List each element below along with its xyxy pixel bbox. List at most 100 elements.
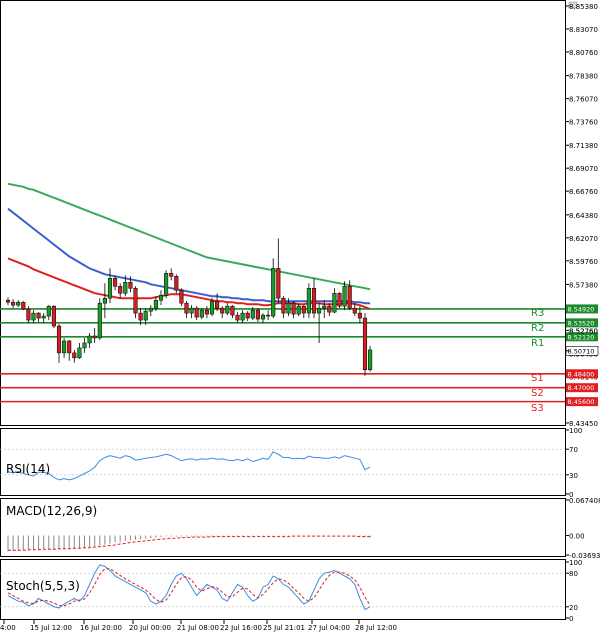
candle-body	[297, 306, 301, 314]
price-y-tick-label: 8.64380	[569, 212, 598, 220]
candle-body	[27, 309, 31, 320]
level-price-box-label: 8.45600	[568, 398, 595, 406]
candle-body	[200, 310, 204, 317]
extra-price-label: 8.52760	[569, 327, 598, 335]
candle-body	[328, 306, 332, 312]
candle-body	[52, 306, 56, 326]
candle-body	[124, 282, 128, 293]
candle	[22, 301, 26, 310]
candle-body	[62, 341, 66, 353]
candle-body	[185, 303, 189, 313]
candle	[307, 283, 311, 318]
x-tick-label: 27 Jul 04:00	[308, 624, 350, 632]
stoch-y-tick-label: 100	[569, 559, 582, 567]
price-panel-frame	[1, 1, 566, 426]
rsi-y-tick-label: 30	[569, 472, 578, 480]
candle-body	[195, 308, 199, 317]
price-y-tick-label: 8.57380	[569, 281, 598, 289]
level-price-box-label: 8.47000	[568, 384, 595, 392]
candle-body	[292, 303, 296, 314]
candle-body	[343, 286, 347, 306]
candle-body	[348, 286, 352, 308]
price-y-tick-label: 8.83070	[569, 26, 598, 34]
candle-body	[322, 306, 326, 308]
candle-body	[169, 273, 173, 276]
candle-body	[231, 306, 235, 315]
x-tick-label: 21 Jul 08:00	[177, 624, 219, 632]
candle-body	[134, 288, 138, 313]
price-y-tick-label: 8.73760	[569, 119, 598, 127]
candle-body	[266, 315, 270, 316]
candle-body	[190, 308, 194, 313]
candle	[363, 313, 367, 376]
candle	[98, 298, 102, 340]
candle-body	[215, 301, 219, 308]
candle-body	[302, 306, 306, 313]
candle-body	[22, 302, 26, 309]
candle	[338, 292, 342, 308]
candle-body	[149, 308, 153, 311]
candle-body	[282, 298, 286, 313]
macd-y-tick-label: 0.00	[569, 533, 585, 541]
candle-body	[88, 336, 92, 343]
candle-body	[287, 303, 291, 313]
candle-body	[164, 273, 168, 295]
stoch-y-tick-label: 80	[569, 570, 578, 578]
level-price-box-label: 8.48400	[568, 370, 595, 378]
candle-body	[353, 308, 357, 313]
price-y-tick-label: 8.66760	[569, 188, 598, 196]
candle-body	[226, 306, 230, 313]
chart-root: 8.85380 8.83070 8.80760 8.78380 8.76070 8.737…	[0, 0, 600, 632]
candle-body	[108, 278, 112, 298]
candle-body	[93, 336, 97, 338]
rsi-panel: 10070300 RSI(14)	[0, 427, 582, 499]
candle-body	[317, 308, 321, 313]
candle-body	[363, 318, 367, 370]
candle-body	[277, 268, 281, 298]
macd-panel: 0.0674080.00-0.036931 MACD(12,26,9)	[1, 497, 600, 560]
candle-body	[307, 288, 311, 313]
x-tick-label: 4:00	[0, 624, 16, 632]
candle-body	[180, 290, 184, 303]
candle-body	[236, 315, 240, 320]
candle-body	[261, 315, 265, 319]
candle-body	[118, 286, 122, 293]
price-y-tick-label: 8.76070	[569, 96, 598, 104]
candle-body	[333, 293, 337, 312]
candle-body	[47, 306, 51, 316]
level-label-s3: S3	[531, 403, 544, 414]
rsi-title: RSI(14)	[6, 462, 50, 476]
candle-body	[241, 313, 245, 320]
candle-body	[251, 310, 255, 318]
x-tick-label: 15 Jul 12:00	[30, 624, 72, 632]
level-label-s2: S2	[531, 388, 544, 399]
candle-body	[11, 302, 15, 305]
level-label-r1: R1	[531, 338, 544, 349]
candle-body	[271, 268, 275, 316]
candle-body	[159, 295, 163, 300]
chart-svg: 8.85380 8.83070 8.80760 8.78380 8.76070 8.737…	[0, 0, 600, 632]
candle-body	[139, 313, 143, 320]
candle-body	[368, 350, 372, 370]
x-tick-label: 20 Jul 00:00	[129, 624, 171, 632]
candle-body	[220, 308, 224, 313]
macd-title: MACD(12,26,9)	[6, 504, 97, 518]
stoch-y-tick-label: 0	[569, 615, 573, 623]
rsi-y-tick-label: 70	[569, 446, 578, 454]
candle-body	[175, 276, 179, 290]
candle-body	[246, 313, 250, 318]
candle-body	[73, 353, 77, 358]
level-label-s1: S1	[531, 373, 544, 384]
level-label-r2: R2	[531, 323, 544, 334]
candle-body	[312, 288, 316, 313]
price-y-tick-label: 8.62070	[569, 235, 598, 243]
candle-body	[32, 313, 36, 320]
stoch-y-tick-label: 20	[569, 604, 578, 612]
price-y-tick-label: 8.85380	[569, 3, 598, 11]
price-y-tick-label: 8.80760	[569, 49, 598, 57]
candle-body	[57, 326, 61, 353]
x-tick-label: 22 Jul 16:00	[220, 624, 262, 632]
x-axis: 4:0015 Jul 12:0016 Jul 20:0020 Jul 00:00…	[0, 620, 397, 632]
price-y-tick-label: 8.78380	[569, 73, 598, 81]
stoch-panel-frame	[1, 560, 566, 620]
